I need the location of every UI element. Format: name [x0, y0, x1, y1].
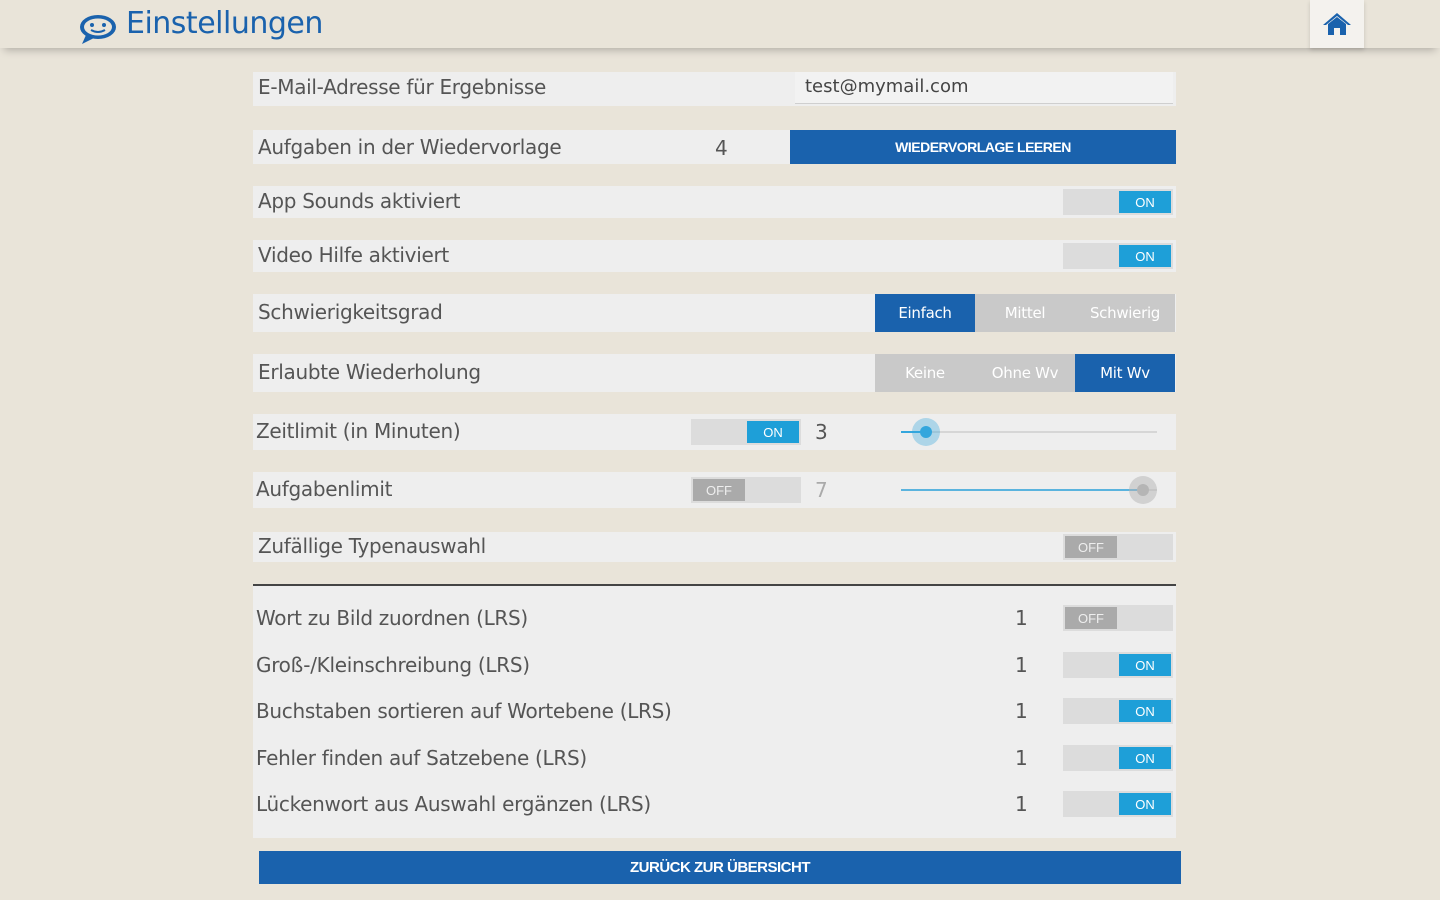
task-type-label: Wort zu Bild zuordnen (LRS): [256, 606, 528, 630]
toggle-state: ON: [1119, 700, 1171, 722]
slider-thumb[interactable]: [1129, 476, 1157, 504]
time-limit-row: Zeitlimit (in Minuten) ON 3: [253, 414, 1176, 450]
email-row: E-Mail-Adresse für Ergebnisse test@mymai…: [253, 72, 1176, 106]
difficulty-row: Schwierigkeitsgrad Einfach Mittel Schwie…: [253, 294, 1176, 332]
task-type-count: 1: [1015, 606, 1028, 630]
repetition-option-none[interactable]: Keine: [875, 354, 975, 392]
task-type-label: Fehler finden auf Satzebene (LRS): [256, 746, 587, 770]
slider-thumb[interactable]: [912, 418, 940, 446]
home-button[interactable]: [1310, 0, 1364, 48]
back-to-overview-button[interactable]: ZURÜCK ZUR ÜBERSICHT: [259, 851, 1181, 884]
toggle-state: ON: [1119, 654, 1171, 676]
time-limit-label: Zeitlimit (in Minuten): [256, 419, 461, 443]
toggle-state: ON: [1119, 793, 1171, 815]
random-types-label: Zufällige Typenauswahl: [258, 534, 486, 558]
speech-bubble-face-icon: [80, 15, 116, 44]
task-limit-toggle[interactable]: OFF: [691, 477, 801, 503]
clear-resubmission-button[interactable]: WIEDERVORLAGE LEEREN: [790, 130, 1176, 164]
task-type-label: Groß-/Kleinschreibung (LRS): [256, 653, 530, 677]
random-types-row: Zufällige Typenauswahl OFF: [253, 532, 1176, 562]
repetition-option-with[interactable]: Mit Wv: [1075, 354, 1175, 392]
task-type-label: Buchstaben sortieren auf Wortebene (LRS): [256, 699, 672, 723]
task-type-toggle[interactable]: OFF: [1063, 605, 1173, 631]
task-type-toggle[interactable]: ON: [1063, 652, 1173, 678]
resubmission-label: Aufgaben in der Wiedervorlage: [258, 135, 562, 159]
task-type-count: 1: [1015, 653, 1028, 677]
settings-panel: E-Mail-Adresse für Ergebnisse test@mymai…: [253, 72, 1176, 838]
time-limit-toggle[interactable]: ON: [691, 419, 801, 445]
video-help-row: Video Hilfe aktiviert ON: [253, 240, 1176, 272]
video-help-label: Video Hilfe aktiviert: [258, 243, 449, 267]
task-limit-value: 7: [815, 478, 828, 502]
toggle-state: ON: [1119, 747, 1171, 769]
email-field[interactable]: test@mymail.com: [795, 72, 1173, 104]
list-item: Wort zu Bild zuordnen (LRS) 1 OFF: [253, 600, 1176, 636]
home-icon: [1323, 13, 1351, 35]
app-sounds-label: App Sounds aktiviert: [258, 189, 461, 213]
task-limit-label: Aufgabenlimit: [256, 477, 393, 501]
app-sounds-toggle[interactable]: ON: [1063, 189, 1173, 215]
slider-fill: [901, 489, 1143, 491]
difficulty-option-hard[interactable]: Schwierig: [1075, 294, 1175, 332]
repetition-row: Erlaubte Wiederholung Keine Ohne Wv Mit …: [253, 354, 1176, 392]
task-type-toggle[interactable]: ON: [1063, 791, 1173, 817]
toggle-state: ON: [1119, 245, 1171, 267]
list-item: Fehler finden auf Satzebene (LRS) 1 ON: [253, 740, 1176, 776]
time-limit-slider[interactable]: [901, 417, 1157, 447]
time-limit-value: 3: [815, 420, 828, 444]
toggle-state: OFF: [693, 479, 745, 501]
task-type-toggle[interactable]: ON: [1063, 698, 1173, 724]
task-limit-slider[interactable]: [901, 475, 1157, 505]
difficulty-selector: Einfach Mittel Schwierig: [875, 294, 1175, 332]
toggle-state: ON: [1119, 191, 1171, 213]
video-help-toggle[interactable]: ON: [1063, 243, 1173, 269]
resubmission-count: 4: [715, 136, 728, 160]
task-type-toggle[interactable]: ON: [1063, 745, 1173, 771]
repetition-label: Erlaubte Wiederholung: [258, 360, 481, 384]
app-sounds-row: App Sounds aktiviert ON: [253, 186, 1176, 218]
list-item: Lückenwort aus Auswahl ergänzen (LRS) 1 …: [253, 786, 1176, 822]
toggle-state: ON: [747, 421, 799, 443]
difficulty-label: Schwierigkeitsgrad: [258, 300, 443, 324]
resubmission-row: Aufgaben in der Wiedervorlage 4 WIEDERVO…: [253, 130, 1176, 164]
toggle-state: OFF: [1065, 536, 1117, 558]
task-limit-row: Aufgabenlimit OFF 7: [253, 472, 1176, 508]
top-bar: Einstellungen: [0, 0, 1440, 48]
email-label: E-Mail-Adresse für Ergebnisse: [258, 75, 547, 99]
list-item: Groß-/Kleinschreibung (LRS) 1 ON: [253, 647, 1176, 683]
list-item: Buchstaben sortieren auf Wortebene (LRS)…: [253, 693, 1176, 729]
random-types-toggle[interactable]: OFF: [1063, 534, 1173, 560]
task-type-count: 1: [1015, 746, 1028, 770]
task-type-label: Lückenwort aus Auswahl ergänzen (LRS): [256, 792, 651, 816]
difficulty-option-easy[interactable]: Einfach: [875, 294, 975, 332]
repetition-option-without[interactable]: Ohne Wv: [975, 354, 1075, 392]
task-type-count: 1: [1015, 792, 1028, 816]
repetition-selector: Keine Ohne Wv Mit Wv: [875, 354, 1175, 392]
task-type-count: 1: [1015, 699, 1028, 723]
page-title: Einstellungen: [126, 6, 323, 41]
difficulty-option-medium[interactable]: Mittel: [975, 294, 1075, 332]
toggle-state: OFF: [1065, 607, 1117, 629]
